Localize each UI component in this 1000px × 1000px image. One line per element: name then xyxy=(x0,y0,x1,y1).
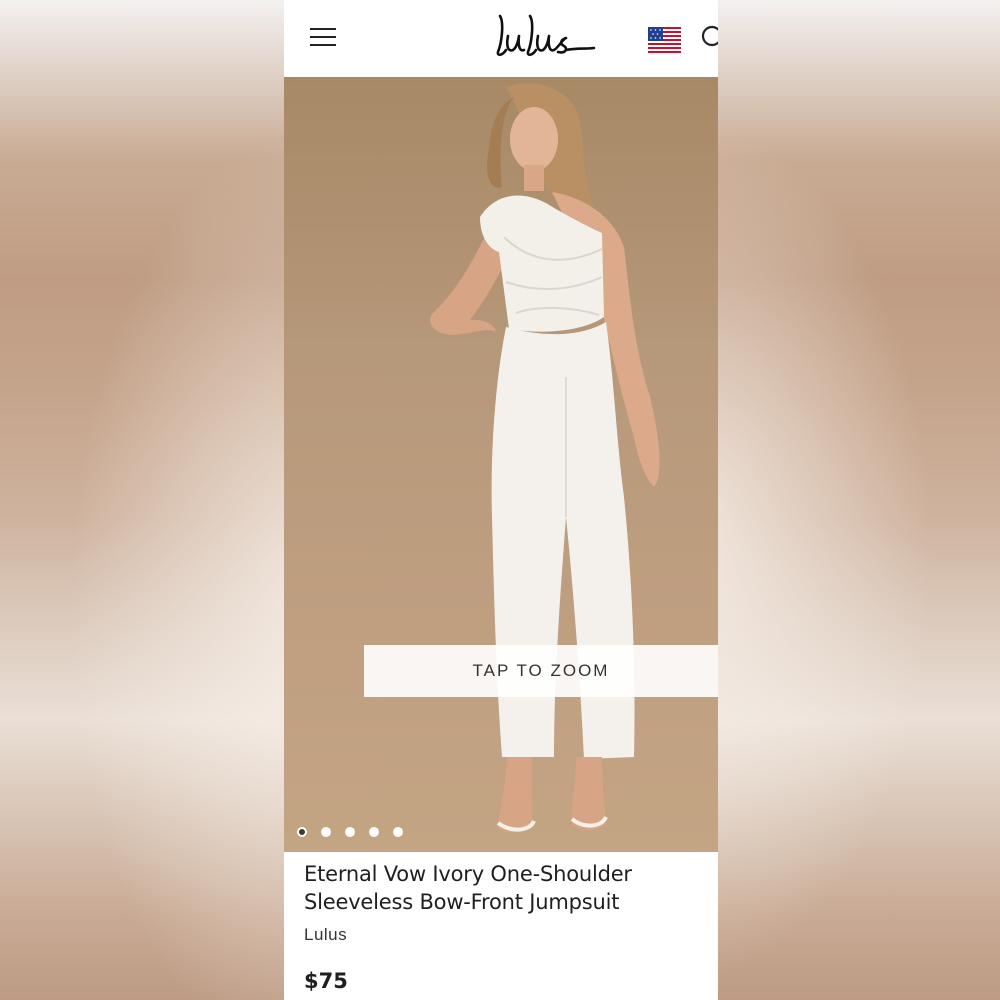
hamburger-menu-icon[interactable] xyxy=(310,26,336,48)
background-left-blur xyxy=(0,0,284,1000)
product-price: $75 xyxy=(304,969,348,993)
background-right-blur xyxy=(718,0,1000,1000)
tap-to-zoom-button[interactable]: TAP TO ZOOM xyxy=(364,645,718,697)
pagination-dot-2[interactable] xyxy=(321,827,331,837)
product-info: Eternal Vow Ivory One-Shoulder Sleeveles… xyxy=(284,852,718,1000)
gallery-pagination-dots xyxy=(297,827,403,837)
phone-screen: TAP TO ZOOM Eternal Vow Ivory One-Should… xyxy=(284,0,718,1000)
pagination-dot-1[interactable] xyxy=(297,827,307,837)
us-flag-icon[interactable] xyxy=(648,27,681,53)
product-photo-model xyxy=(430,83,660,833)
site-header xyxy=(284,0,718,77)
pagination-dot-5[interactable] xyxy=(393,827,403,837)
product-title: Eternal Vow Ivory One-Shoulder Sleeveles… xyxy=(304,862,632,914)
lulus-logo[interactable] xyxy=(494,12,604,58)
product-image-gallery[interactable]: TAP TO ZOOM xyxy=(284,77,718,852)
product-brand[interactable]: Lulus xyxy=(304,925,347,945)
pagination-dot-3[interactable] xyxy=(345,827,355,837)
pagination-dot-4[interactable] xyxy=(369,827,379,837)
search-icon[interactable] xyxy=(700,24,718,50)
